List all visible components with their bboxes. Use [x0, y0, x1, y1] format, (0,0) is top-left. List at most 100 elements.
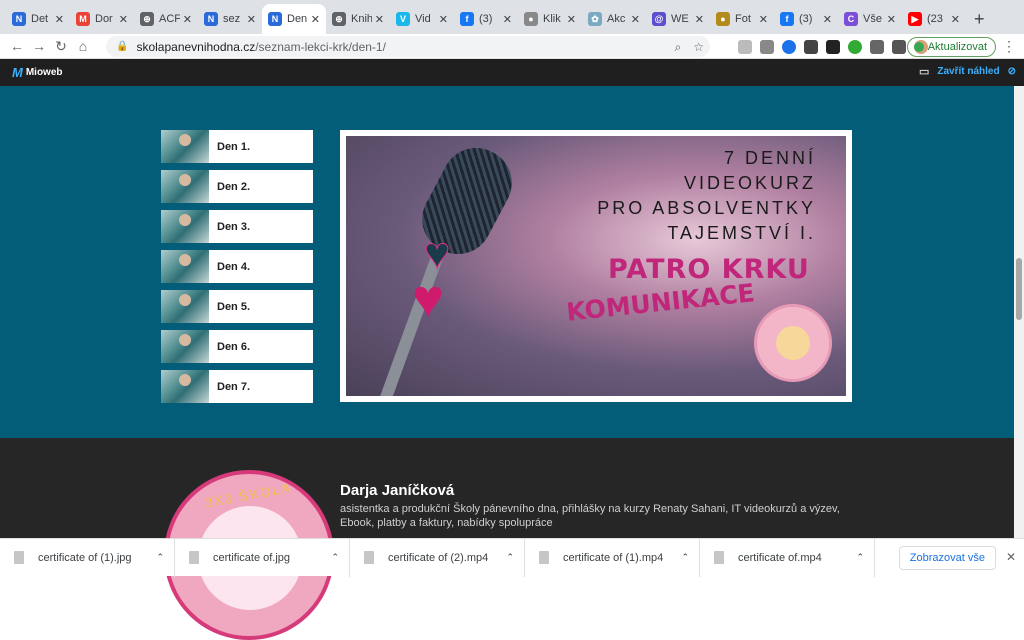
- browser-tab[interactable]: Nsez ✕: [198, 4, 262, 34]
- chevron-up-icon[interactable]: ⌃: [156, 552, 164, 563]
- tab-title: Klik: [543, 13, 561, 25]
- tab-favicon-icon: ●: [716, 12, 730, 26]
- tab-favicon-icon: C: [844, 12, 858, 26]
- extensions-area: [738, 40, 928, 54]
- close-tab-icon[interactable]: ✕: [823, 13, 832, 26]
- browser-tab[interactable]: @ WE ✕: [646, 4, 710, 34]
- browser-tab[interactable]: ● Fot ✕: [710, 4, 774, 34]
- download-filename: certificate of (2).mp4: [388, 551, 489, 564]
- download-item[interactable]: certificate of.jpg ⌃: [175, 538, 350, 577]
- reload-icon[interactable]: ↻: [50, 38, 72, 55]
- tab-favicon-icon: ⊕: [140, 12, 154, 26]
- browser-tab[interactable]: M Dor ✕: [70, 4, 134, 34]
- browser-tab[interactable]: ✿ Akc ✕: [582, 4, 646, 34]
- close-tab-icon[interactable]: ✕: [247, 13, 256, 26]
- bookmark-star-icon[interactable]: ☆: [693, 40, 704, 55]
- tab-favicon-icon: f: [780, 12, 794, 26]
- extension-icon[interactable]: [892, 40, 906, 54]
- close-preview-link[interactable]: Zavřít náhled: [937, 66, 999, 77]
- page-scrollbar[interactable]: [1014, 86, 1024, 538]
- banner-title-2: KOMUNIKACE: [565, 278, 757, 327]
- mioweb-logo[interactable]: M Mioweb: [12, 65, 63, 80]
- forward-icon[interactable]: →: [28, 38, 50, 54]
- download-item[interactable]: certificate of.mp4 ⌃: [700, 538, 875, 577]
- zoom-icon[interactable]: ⌕: [675, 40, 682, 55]
- file-icon: [14, 551, 24, 564]
- tab-favicon-icon: N: [12, 12, 26, 26]
- tab-title: Vše: [863, 13, 882, 25]
- back-icon[interactable]: ←: [6, 38, 28, 54]
- mioweb-logo-text: Mioweb: [25, 67, 63, 78]
- chevron-up-icon[interactable]: ⌃: [331, 552, 339, 563]
- show-all-downloads-button[interactable]: Zobrazovat vše: [898, 546, 996, 570]
- extension-icon[interactable]: [782, 40, 796, 54]
- lesson-item[interactable]: Den 2.: [161, 170, 313, 203]
- browser-toolbar: ← → ↻ ⌂ 🔒 skolapanevnihodna.cz/seznam-le…: [0, 34, 1024, 59]
- eye-off-icon[interactable]: ⊘: [1008, 66, 1016, 77]
- new-tab-icon[interactable]: +: [974, 4, 985, 34]
- browser-tab[interactable]: ⊕ Knih ✕: [326, 4, 390, 34]
- chevron-up-icon[interactable]: ⌃: [681, 552, 689, 563]
- chevron-up-icon[interactable]: ⌃: [856, 552, 864, 563]
- close-icon[interactable]: ✕: [1006, 550, 1016, 564]
- file-icon: [539, 551, 549, 564]
- extension-icon[interactable]: [738, 40, 752, 54]
- menu-kebab-icon[interactable]: ⋮: [1002, 38, 1016, 55]
- browser-tab[interactable]: N Det ✕: [6, 4, 70, 34]
- lesson-item[interactable]: Den 6.: [161, 330, 313, 363]
- url-bar[interactable]: 🔒 skolapanevnihodna.cz/seznam-lekci-krk/…: [106, 36, 710, 57]
- lesson-label: Den 7.: [217, 380, 251, 393]
- browser-tab[interactable]: C Vše ✕: [838, 4, 902, 34]
- browser-tab[interactable]: ⊕ ACF ✕: [134, 4, 198, 34]
- lesson-label: Den 4.: [217, 260, 251, 273]
- lesson-thumbnail: [161, 290, 209, 323]
- url-path: /seznam-lekci-krk/den-1/: [255, 39, 386, 54]
- scrollbar-thumb[interactable]: [1016, 258, 1022, 320]
- extension-icon[interactable]: [804, 40, 818, 54]
- browser-tab[interactable]: ▶ (23 ✕: [902, 4, 966, 34]
- home-icon[interactable]: ⌂: [72, 38, 94, 54]
- banner-line: PRO ABSOLVENTKY: [597, 198, 816, 218]
- close-tab-icon[interactable]: ✕: [887, 13, 896, 26]
- lesson-label: Den 1.: [217, 140, 251, 153]
- extension-icon[interactable]: [760, 40, 774, 54]
- chevron-up-icon[interactable]: ⌃: [506, 552, 514, 563]
- download-item[interactable]: certificate of (1).jpg ⌃: [0, 538, 175, 577]
- update-button[interactable]: Aktualizovat: [906, 37, 996, 57]
- mioweb-admin-bar: M Mioweb ▭ Zavřít náhled ⊘: [0, 59, 1024, 86]
- lesson-item[interactable]: Den 1.: [161, 130, 313, 163]
- close-tab-icon[interactable]: ✕: [759, 13, 768, 26]
- close-tab-icon[interactable]: ✕: [439, 13, 448, 26]
- browser-tab[interactable]: V Vid ✕: [390, 4, 454, 34]
- close-tab-icon[interactable]: ✕: [631, 13, 640, 26]
- lock-icon[interactable]: 🔒: [116, 41, 128, 52]
- lesson-item[interactable]: Den 5.: [161, 290, 313, 323]
- close-tab-icon[interactable]: ✕: [951, 13, 960, 26]
- close-tab-icon[interactable]: ✕: [567, 13, 576, 26]
- download-item[interactable]: certificate of (1).mp4 ⌃: [525, 538, 700, 577]
- camera-icon[interactable]: [826, 40, 840, 54]
- browser-tab[interactable]: f (3) ✕: [454, 4, 518, 34]
- mioweb-logo-icon: M: [12, 65, 23, 80]
- lesson-item[interactable]: Den 7.: [161, 370, 313, 403]
- lesson-thumbnail: [161, 370, 209, 403]
- close-tab-icon[interactable]: ✕: [311, 13, 320, 26]
- banner-line: VIDEOKURZ: [683, 173, 816, 193]
- close-tab-icon[interactable]: ✕: [55, 13, 64, 26]
- browser-tab[interactable]: f (3) ✕: [774, 4, 838, 34]
- close-tab-icon[interactable]: ✕: [119, 13, 128, 26]
- tab-title: Vid: [415, 13, 431, 25]
- browser-tab[interactable]: ● Klik ✕: [518, 4, 582, 34]
- monitor-icon[interactable]: ▭: [919, 65, 929, 78]
- extension-icon[interactable]: [848, 40, 862, 54]
- close-tab-icon[interactable]: ✕: [183, 13, 192, 26]
- tab-favicon-icon: V: [396, 12, 410, 26]
- close-tab-icon[interactable]: ✕: [375, 13, 384, 26]
- browser-tab[interactable]: N Den ✕: [262, 4, 326, 34]
- puzzle-icon[interactable]: [870, 40, 884, 54]
- close-tab-icon[interactable]: ✕: [503, 13, 512, 26]
- download-item[interactable]: certificate of (2).mp4 ⌃: [350, 538, 525, 577]
- close-tab-icon[interactable]: ✕: [695, 13, 704, 26]
- lesson-item[interactable]: Den 4.: [161, 250, 313, 283]
- lesson-item[interactable]: Den 3.: [161, 210, 313, 243]
